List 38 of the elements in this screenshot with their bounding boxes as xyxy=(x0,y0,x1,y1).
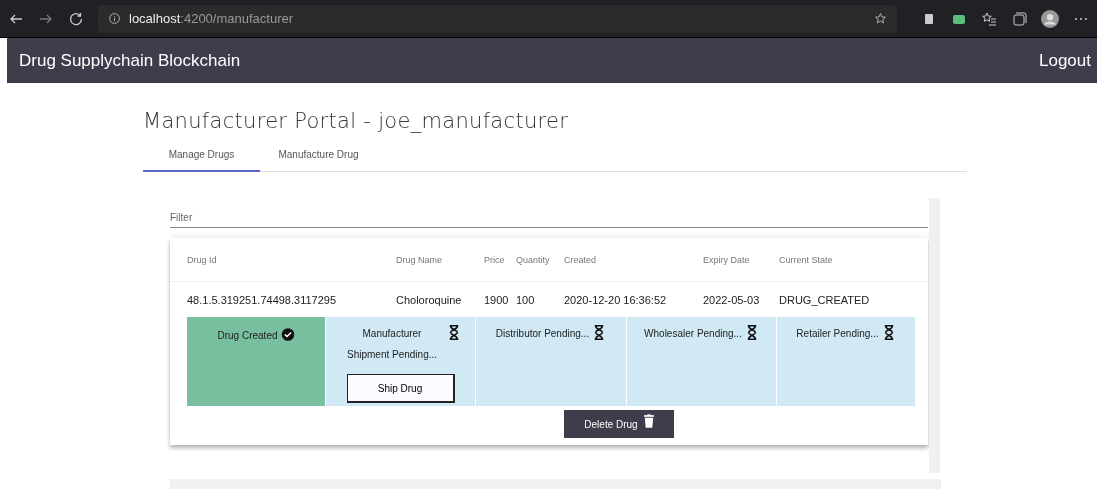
app-brand: Drug Supplychain Blockchain xyxy=(19,50,241,71)
page-title: Manufacturer Portal - joe_manufacturer xyxy=(143,109,570,133)
stage-label: Drug Created xyxy=(217,329,278,343)
column-header: Created xyxy=(564,254,598,265)
table-cell-text: 2022-05-03 xyxy=(703,293,761,306)
info-icon xyxy=(108,12,121,25)
table-cell-text: 48.1.5.319251.74498.3117295 xyxy=(187,293,338,306)
column-header: Current State xyxy=(779,254,834,265)
tab[interactable]: Manage Drugs xyxy=(143,147,260,172)
check-circle-icon xyxy=(280,326,295,343)
profile-avatar-icon[interactable] xyxy=(1041,9,1059,28)
table-cell-text: 2020-12-20 16:36:52 xyxy=(564,293,668,306)
column-header: Expiry Date xyxy=(703,254,751,265)
logout-link[interactable]: Logout xyxy=(1039,50,1091,71)
tab[interactable]: Manufacture Drug xyxy=(260,147,377,172)
delete-drug-button[interactable]: Delete Drug xyxy=(564,410,674,438)
ship-drug-button[interactable]: Ship Drug xyxy=(346,374,455,403)
column-header: Drug Id xyxy=(187,254,218,265)
trash-icon xyxy=(643,414,654,428)
table-cell-text: 100 xyxy=(516,293,536,306)
column-header: Price xyxy=(484,254,506,265)
star-icon[interactable] xyxy=(874,12,887,25)
column-header: Drug Name xyxy=(396,254,443,265)
column-header: Quantity xyxy=(516,254,551,265)
filter-field[interactable]: Filter xyxy=(170,208,928,228)
stage-label: Manufacturer Shipment Pending... xyxy=(345,327,439,362)
vertical-scrollbar[interactable] xyxy=(929,198,940,473)
collections-icon[interactable] xyxy=(1011,10,1027,27)
table-cell-text: Choloroquine xyxy=(396,293,463,306)
refresh-icon[interactable] xyxy=(68,10,84,27)
stage-label: Wholesaler Pending... xyxy=(644,327,742,341)
stage-label: Distributor Pending... xyxy=(495,327,590,341)
table-cell-text: DRUG_CREATED xyxy=(779,293,871,306)
table-cell-text: 1900 xyxy=(484,293,510,306)
stage-label: Retailer Pending... xyxy=(796,327,879,341)
favorites-icon[interactable] xyxy=(981,10,997,27)
url-text: localhost:4200/manufacturer xyxy=(129,11,295,26)
address-bar[interactable]: localhost:4200/manufacturer xyxy=(98,4,897,33)
